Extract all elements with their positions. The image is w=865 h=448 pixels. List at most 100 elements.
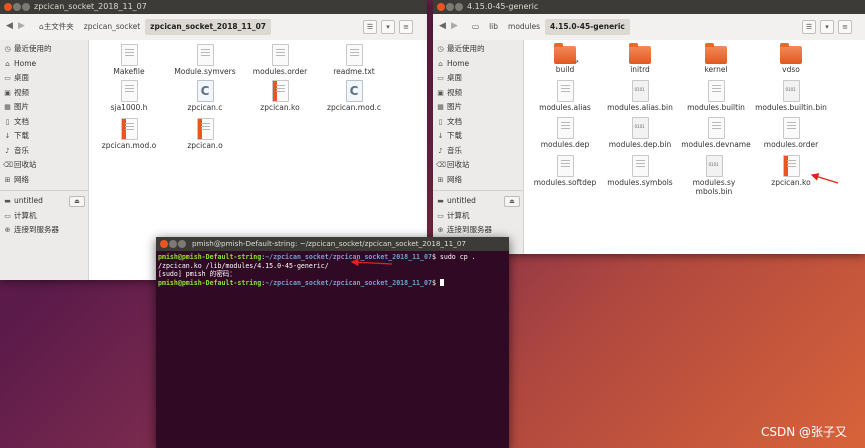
sidebar-item-trash[interactable]: ⌫ 回收站	[0, 158, 88, 173]
file-item-kernel[interactable]: kernel	[680, 43, 752, 74]
sidebar-item-connect-server[interactable]: ⊕ 连接到服务器	[0, 223, 88, 238]
sidebar-item-untitled[interactable]: ▬ untitled ⏏	[0, 194, 88, 209]
breadcrumb-item[interactable]: modules	[503, 19, 545, 35]
terminal-titlebar[interactable]: pmish@pmish-Default-string: ~/zpcican_so…	[156, 237, 509, 251]
eject-icon[interactable]: ⏏	[504, 196, 520, 207]
file-item-modules-dep[interactable]: modules.dep	[529, 117, 601, 149]
sidebar-item-computer[interactable]: ▭ 计算机	[433, 209, 523, 224]
video-icon: ▣	[437, 88, 444, 97]
window-titlebar[interactable]: zpcican_socket_2018_11_07	[0, 0, 427, 14]
breadcrumb-item[interactable]: zpcican_socket	[79, 19, 145, 35]
file-item-zpcican-o[interactable]: zpcican.o	[169, 118, 241, 150]
network-icon: ⊞	[437, 175, 444, 184]
desktop-icon: ▭	[437, 74, 444, 82]
sidebar-item-documents[interactable]: ▯ 文档	[0, 115, 88, 130]
hamburger-menu-icon[interactable]: ≡	[838, 20, 852, 34]
close-button[interactable]	[437, 3, 445, 11]
sidebar-item-downloads[interactable]: ↓ 下载	[433, 129, 523, 144]
file-item-modules-softdep[interactable]: modules.softdep	[529, 155, 601, 187]
file-item-zpcican-ko[interactable]: zpcican.ko	[755, 155, 827, 187]
sort-menu-icon[interactable]: ▾	[820, 20, 834, 34]
sidebar-item-network[interactable]: ⊞ 网络	[0, 173, 88, 188]
breadcrumb-item[interactable]: lib	[484, 19, 503, 35]
file-item-modules-alias-bin[interactable]: modules.alias.bin	[604, 80, 676, 112]
sidebar-item-videos[interactable]: ▣ 视频	[0, 86, 88, 101]
file-item-zpcican-mod-c[interactable]: Czpcican.mod.c	[318, 80, 390, 112]
sidebar-item-pictures[interactable]: ▦ 图片	[433, 100, 523, 115]
maximize-button[interactable]	[178, 240, 186, 248]
sidebar-item-videos[interactable]: ▣ 视频	[433, 86, 523, 101]
file-item-initrd[interactable]: initrd	[604, 43, 676, 74]
back-arrow-icon[interactable]: ◀	[6, 21, 13, 31]
file-item-modules-order[interactable]: modules.order	[755, 117, 827, 149]
sidebar-item-trash[interactable]: ⌫ 回收站	[433, 158, 523, 173]
sidebar-item-music[interactable]: ♪ 音乐	[0, 144, 88, 159]
terminal-line-command-wrap: /zpcican.ko /lib/modules/4.15.0-45-gener…	[158, 261, 329, 270]
minimize-button[interactable]	[446, 3, 454, 11]
file-item-modules-builtin-bin[interactable]: modules.builtin.bin	[755, 80, 827, 112]
file-item-modules-builtin[interactable]: modules.builtin	[680, 80, 752, 112]
watermark: CSDN @张子又	[760, 425, 847, 439]
forward-arrow-icon[interactable]: ▶	[18, 21, 25, 31]
breadcrumb-item-current[interactable]: zpcican_socket_2018_11_07	[145, 19, 272, 35]
breadcrumb-home[interactable]: ⌂主文件夹	[34, 19, 79, 35]
sidebar-item-downloads[interactable]: ↓ 下载	[0, 129, 88, 144]
file-item-build[interactable]: ↗ build	[529, 43, 601, 74]
file-item-zpcican-ko[interactable]: zpcican.ko	[244, 80, 316, 112]
maximize-button[interactable]	[455, 3, 463, 11]
file-name: modules.devname	[681, 140, 751, 149]
sidebar-item-label: 网络	[14, 174, 29, 184]
maximize-button[interactable]	[22, 3, 30, 11]
picture-icon: ▦	[4, 103, 11, 111]
sidebar-item-recent[interactable]: ◷ 最近使用的	[0, 42, 88, 57]
file-item-modules-symbols-bin[interactable]: modules.symbols.bin	[680, 155, 748, 196]
sort-menu-icon[interactable]: ▾	[381, 20, 395, 34]
file-item-zpcican-mod-o[interactable]: zpcican.mod.o	[93, 118, 165, 150]
minimize-button[interactable]	[13, 3, 21, 11]
sidebar-item-documents[interactable]: ▯ 文档	[433, 115, 523, 130]
window-titlebar[interactable]: 4.15.0-45-generic	[433, 0, 865, 14]
breadcrumb-item-current[interactable]: 4.15.0-45-generic	[545, 19, 630, 35]
file-item-modules-order[interactable]: modules.order	[244, 44, 316, 76]
terminal-window[interactable]: pmish@pmish-Default-string: ~/zpcican_so…	[156, 237, 509, 448]
text-file-icon	[345, 44, 363, 66]
close-button[interactable]	[160, 240, 168, 248]
file-item-makefile[interactable]: Makefile	[93, 44, 165, 76]
sidebar-item-recent[interactable]: ◷ 最近使用的	[433, 42, 523, 57]
sidebar-item-desktop[interactable]: ▭ 桌面	[0, 71, 88, 86]
file-item-modules-dep-bin[interactable]: modules.dep.bin	[604, 117, 676, 149]
sidebar-item-music[interactable]: ♪ 音乐	[433, 144, 523, 159]
file-item-modules-devname[interactable]: modules.devname	[680, 117, 752, 149]
sidebar-item-pictures[interactable]: ▦ 图片	[0, 100, 88, 115]
toolbar: ◀ ▶ ▭ lib modules 4.15.0-45-generic ☰ ▾ …	[433, 14, 865, 41]
list-view-icon[interactable]: ☰	[802, 20, 816, 34]
file-item-vdso[interactable]: vdso	[755, 43, 827, 74]
sidebar-item-computer[interactable]: ▭ 计算机	[0, 209, 88, 224]
file-item-readme[interactable]: readme.txt	[318, 44, 390, 76]
sidebar-item-home[interactable]: ⌂ Home	[0, 57, 88, 72]
eject-icon[interactable]: ⏏	[69, 196, 85, 207]
minimize-button[interactable]	[169, 240, 177, 248]
breadcrumb-root-icon[interactable]: ▭	[467, 19, 484, 35]
close-button[interactable]	[4, 3, 12, 11]
file-name: initrd	[630, 65, 650, 74]
c-source-file-icon: C	[196, 80, 214, 102]
file-item-zpcican-c[interactable]: Czpcican.c	[169, 80, 241, 112]
file-item-modules-symbols[interactable]: modules.symbols	[604, 155, 676, 187]
sidebar-item-home[interactable]: ⌂ Home	[433, 57, 523, 72]
file-name: readme.txt	[333, 67, 375, 76]
file-item-module-symvers[interactable]: Module.symvers	[169, 44, 241, 76]
sidebar-item-network[interactable]: ⊞ 网络	[433, 173, 523, 188]
sidebar-item-untitled[interactable]: ▬ untitled ⏏	[433, 194, 523, 209]
file-item-sja1000-h[interactable]: sja1000.h	[93, 80, 165, 112]
back-arrow-icon[interactable]: ◀	[439, 21, 446, 31]
sidebar-item-connect-server[interactable]: ⊕ 连接到服务器	[433, 223, 523, 238]
prompt-path: ~/zpcican_socket/zpcican_socket_2018_11_…	[265, 253, 432, 261]
list-view-icon[interactable]: ☰	[363, 20, 377, 34]
file-item-modules-alias[interactable]: modules.alias	[529, 80, 601, 112]
hamburger-menu-icon[interactable]: ≡	[399, 20, 413, 34]
sidebar-item-desktop[interactable]: ▭ 桌面	[433, 71, 523, 86]
text-file-icon	[120, 80, 138, 102]
forward-arrow-icon[interactable]: ▶	[451, 21, 458, 31]
server-icon: ⊕	[4, 226, 11, 234]
